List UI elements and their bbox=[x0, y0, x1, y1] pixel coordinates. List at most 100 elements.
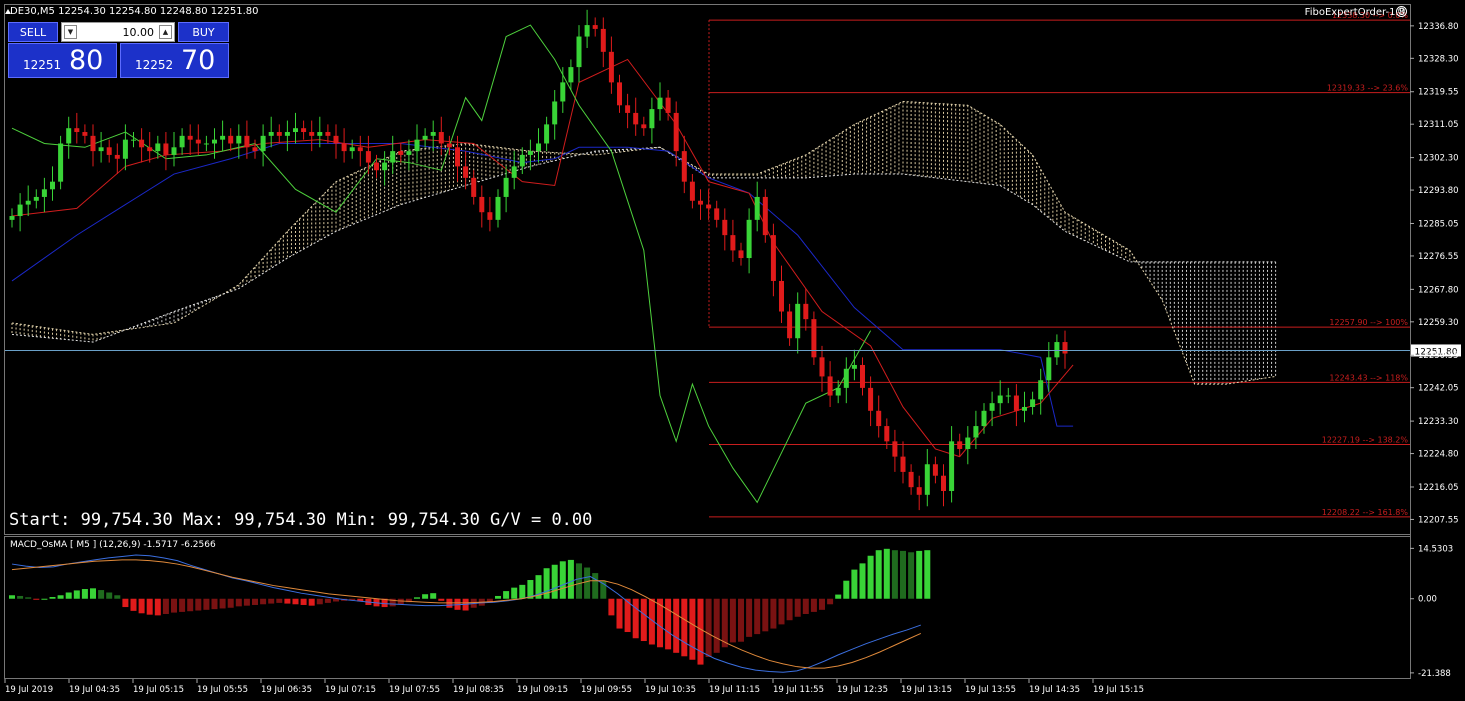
candle-body bbox=[843, 368, 849, 388]
osma-bar bbox=[17, 595, 24, 599]
candle-body bbox=[892, 441, 898, 457]
candle-body bbox=[787, 311, 793, 339]
candle-body bbox=[131, 139, 136, 141]
osma-bar bbox=[276, 598, 283, 603]
candle-body bbox=[17, 204, 23, 217]
candle-body bbox=[811, 319, 817, 358]
osma-bar bbox=[713, 598, 720, 653]
expert-smile-icon[interactable]: ☺ bbox=[1396, 6, 1407, 17]
candle-body bbox=[941, 475, 946, 491]
fib-level-label: 12227.19 --> 138.2% bbox=[1322, 435, 1409, 444]
candle-body bbox=[374, 162, 379, 171]
candle-body bbox=[957, 441, 963, 449]
osma-bar bbox=[179, 598, 186, 612]
candle-body bbox=[33, 196, 39, 201]
indicator-tick-label: -21.388 bbox=[1418, 669, 1451, 679]
candle-body bbox=[1013, 395, 1019, 411]
osma-bar bbox=[665, 598, 672, 650]
osma-bar bbox=[867, 555, 874, 599]
candle-body bbox=[228, 135, 234, 144]
time-tick-label: 19 Jul 15:15 bbox=[1093, 685, 1144, 695]
candle-body bbox=[932, 464, 938, 476]
fib-level-label: 12319.33 --> 23.6% bbox=[1327, 84, 1409, 93]
chart-window: 12338.30 --> 0.0% 12319.33 --> 23.6% 12257… bbox=[0, 0, 1465, 701]
candle-body bbox=[1038, 380, 1044, 400]
candle-body bbox=[430, 132, 436, 136]
chikou-span-line bbox=[11, 24, 872, 504]
price-tick-label: 12311.05 bbox=[1418, 120, 1459, 130]
candle-body bbox=[997, 395, 1003, 404]
candle-body bbox=[641, 124, 647, 129]
candle-body bbox=[41, 189, 47, 197]
one-click-trading-panel: SELL ▼ 10.00 ▲ BUY 12251 80 12252 70 bbox=[8, 22, 229, 78]
kijun-sen-line bbox=[11, 142, 1074, 427]
time-tick-label: 19 Jul 09:15 bbox=[517, 685, 568, 695]
candle-body bbox=[1046, 357, 1052, 381]
tenkan-sen-line bbox=[11, 58, 1074, 458]
osma-bar bbox=[227, 598, 234, 608]
candle-body bbox=[260, 135, 266, 152]
osma-bar bbox=[810, 598, 817, 612]
ichimoku-cloud bbox=[11, 101, 1277, 385]
buy-button[interactable]: BUY bbox=[178, 22, 229, 42]
candle-body bbox=[147, 147, 153, 152]
candle-body bbox=[568, 67, 574, 83]
candle-body bbox=[576, 36, 582, 68]
candle-body bbox=[333, 135, 339, 144]
candle-body bbox=[1030, 399, 1036, 407]
osma-bar bbox=[122, 598, 129, 608]
lot-increase-icon[interactable]: ▲ bbox=[159, 25, 172, 39]
osma-bar bbox=[260, 598, 267, 605]
price-tick-label: 12250.55 bbox=[1418, 351, 1459, 361]
expert-name: FiboExpertOrder-1.8 bbox=[1304, 7, 1405, 18]
time-tick-label: 19 Jul 06:35 bbox=[261, 685, 312, 695]
candle-body bbox=[770, 235, 776, 281]
candle-body bbox=[827, 376, 833, 396]
price-tick-label: 12328.30 bbox=[1418, 54, 1459, 64]
candle-body bbox=[276, 132, 282, 136]
lot-decrease-icon[interactable]: ▼ bbox=[64, 25, 77, 39]
fib-level-label: 12208.22 --> 161.8% bbox=[1322, 508, 1409, 517]
candle-body bbox=[714, 208, 720, 220]
candle-body bbox=[649, 109, 655, 129]
osma-bar bbox=[154, 598, 161, 616]
osma-bar bbox=[802, 598, 809, 614]
osma-bar bbox=[567, 559, 574, 599]
candle-body bbox=[584, 25, 590, 37]
senkou-span-b bbox=[11, 146, 1276, 343]
candle-body bbox=[608, 51, 614, 83]
candle-body bbox=[341, 143, 347, 152]
candle-body bbox=[293, 128, 298, 133]
candle-body bbox=[657, 97, 663, 110]
lot-value[interactable]: 10.00 bbox=[123, 26, 155, 39]
candle-body bbox=[835, 387, 841, 396]
sell-button[interactable]: SELL bbox=[8, 22, 58, 42]
time-tick-label: 19 Jul 13:15 bbox=[901, 685, 952, 695]
candle-body bbox=[1062, 342, 1068, 354]
osma-bar bbox=[827, 598, 834, 605]
osma-bar bbox=[754, 598, 761, 635]
osma-bar bbox=[106, 592, 113, 599]
candle-body bbox=[730, 235, 736, 251]
lot-input[interactable]: ▼ 10.00 ▲ bbox=[61, 22, 175, 42]
candle-body bbox=[455, 147, 460, 167]
osma-bar bbox=[584, 567, 591, 599]
osma-bar bbox=[300, 598, 307, 605]
bid-quote[interactable]: 12251 80 bbox=[8, 43, 117, 78]
candle-body bbox=[746, 219, 752, 259]
price-chart[interactable]: 12338.30 --> 0.0%12319.33 --> 23.6%12257… bbox=[0, 0, 1465, 701]
osma-bar bbox=[98, 590, 105, 599]
candle-body bbox=[155, 143, 161, 152]
osma-bar bbox=[770, 598, 777, 629]
candle-body bbox=[681, 151, 687, 182]
candle-body bbox=[122, 139, 128, 159]
candle-body bbox=[203, 143, 209, 145]
candle-body bbox=[220, 135, 226, 140]
candle-body bbox=[236, 135, 242, 144]
price-tick-label: 12293.80 bbox=[1418, 186, 1459, 196]
ask-quote[interactable]: 12252 70 bbox=[120, 43, 229, 78]
candle-body bbox=[325, 132, 331, 136]
osma-bar bbox=[883, 548, 890, 599]
osma-bar bbox=[632, 598, 639, 639]
osma-bar bbox=[33, 598, 40, 600]
